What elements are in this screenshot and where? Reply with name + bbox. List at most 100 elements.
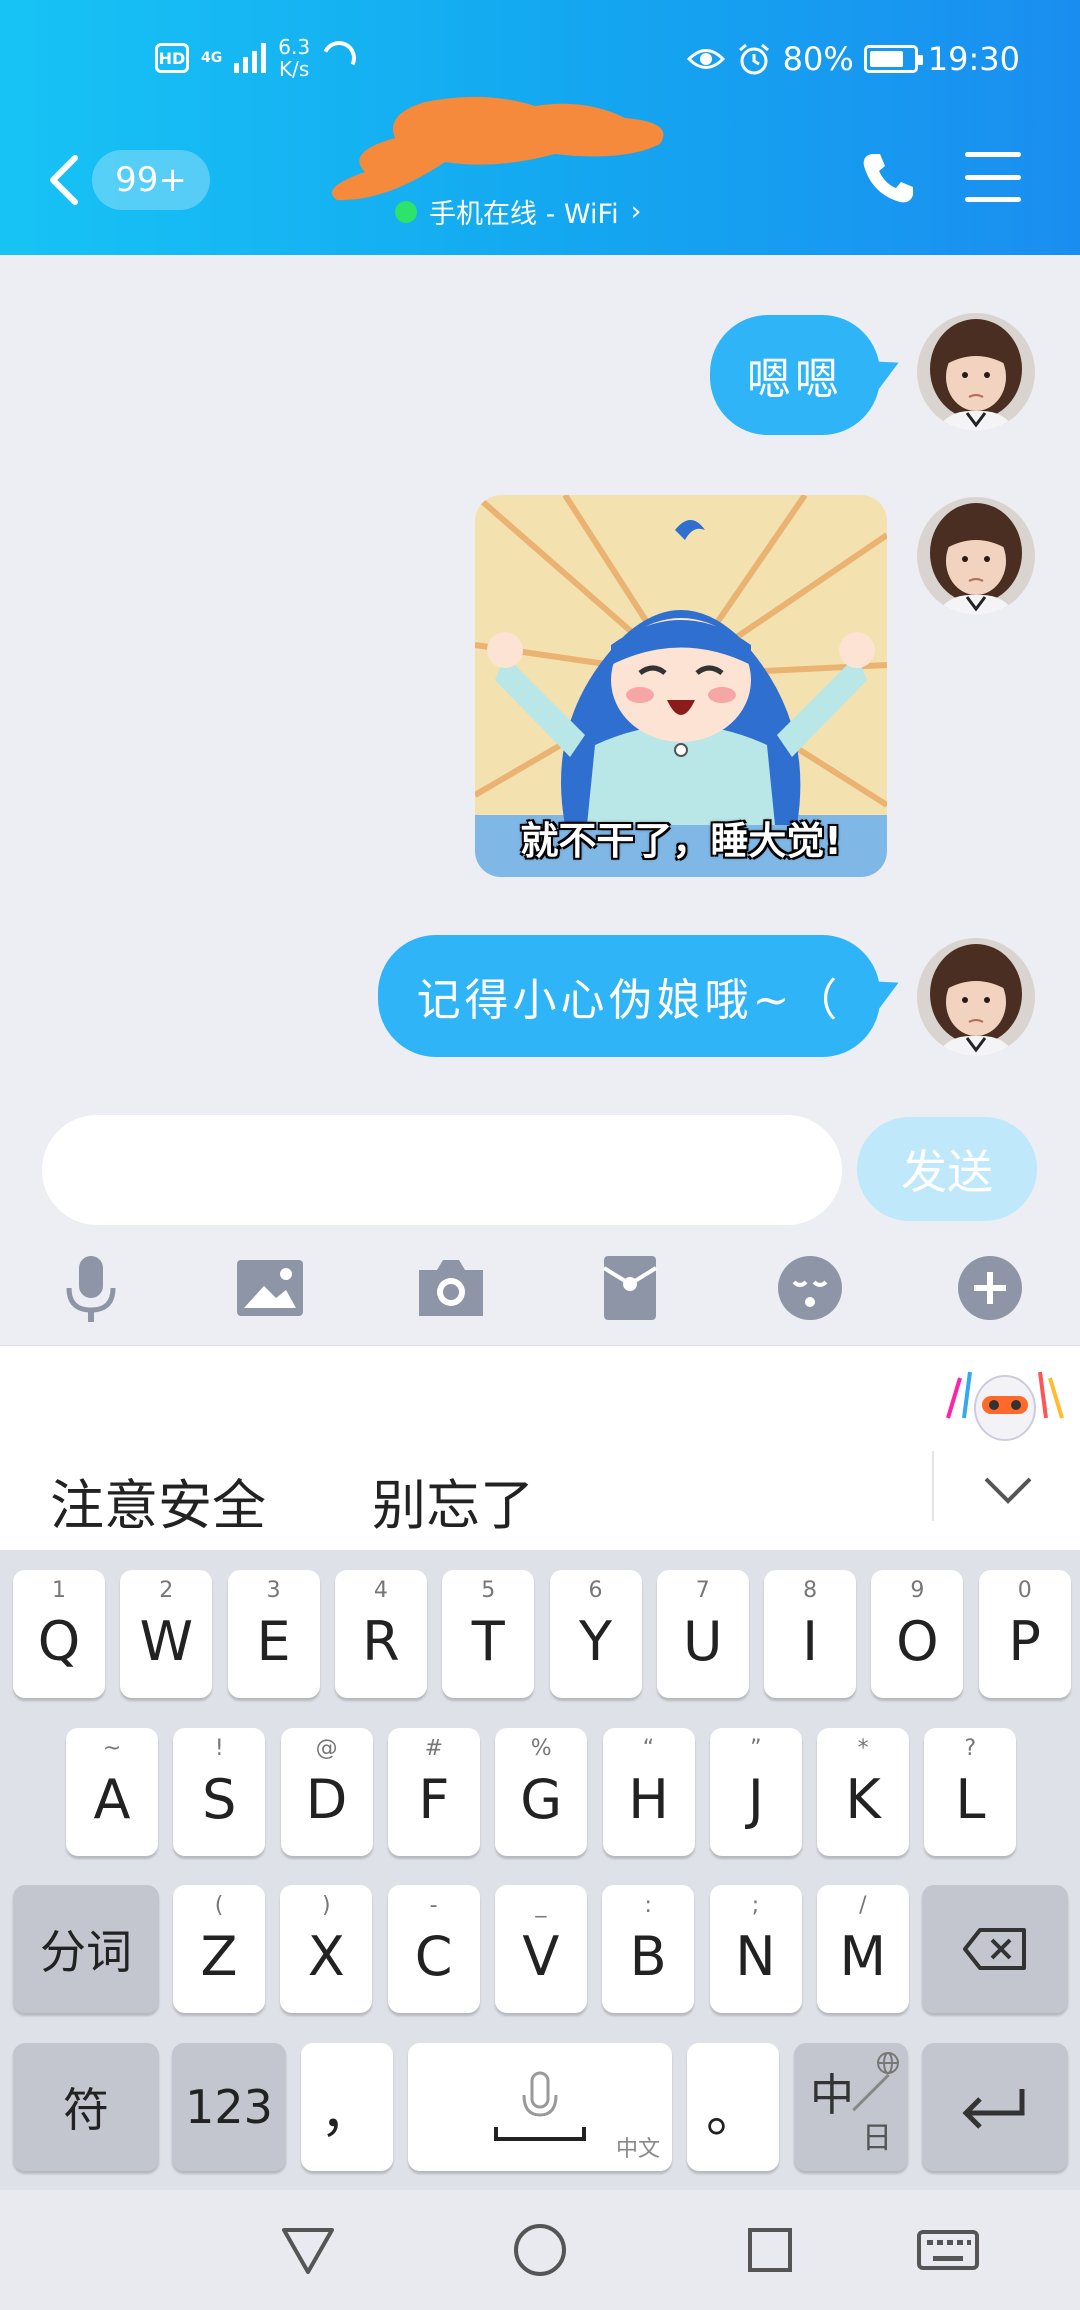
key-space[interactable]: 中文 (408, 2043, 672, 2171)
chat-header: HD 4G 6.3 K/s 80% 19:30 99+ 手机在线 - WiFi … (0, 0, 1080, 255)
lang-alt: 日 (862, 2121, 892, 2156)
assistant-mascot-icon[interactable] (940, 1358, 1070, 1448)
key-segment[interactable]: 分词 (13, 1885, 159, 2013)
key-b[interactable]: :B (602, 1885, 695, 2013)
more-button[interactable] (954, 1252, 1026, 1324)
hd-badge: HD (155, 43, 189, 73)
unread-count-badge[interactable]: 99+ (92, 150, 210, 210)
key-a[interactable]: ~ A (66, 1728, 158, 1856)
key-secondary-label: 2 (159, 1578, 174, 1603)
square-recents-icon (748, 2228, 792, 2272)
key-secondary-label: ( (214, 1893, 224, 1918)
key-w[interactable]: 2W (120, 1570, 213, 1698)
key-u[interactable]: 7U (656, 1570, 749, 1698)
back-button[interactable] (45, 150, 85, 210)
key-z[interactable]: (Z (173, 1885, 265, 2013)
send-button[interactable]: 发送 (857, 1117, 1037, 1221)
key-enter[interactable] (922, 2043, 1068, 2171)
key-label: C (414, 1924, 453, 1988)
chevron-down-icon (984, 1477, 1032, 1504)
key-backspace[interactable] (922, 1885, 1068, 2013)
key-label: K (845, 1767, 881, 1831)
emoji-button[interactable] (774, 1252, 846, 1324)
suggestion-item[interactable]: 别忘了 (372, 1461, 534, 1540)
nav-back-button[interactable] (278, 2220, 338, 2280)
key-period[interactable]: 。 (687, 2043, 779, 2171)
key-label: N (735, 1924, 776, 1988)
do-not-disturb-icon (317, 36, 361, 80)
key-secondary-label: ~ (102, 1736, 122, 1761)
key-label: F (418, 1767, 450, 1831)
key-secondary-label: 5 (481, 1578, 496, 1603)
message-input[interactable] (42, 1115, 842, 1225)
key-label: P (1008, 1609, 1041, 1673)
key-label: W (139, 1609, 193, 1673)
key-y[interactable]: 6Y (549, 1570, 642, 1698)
key-secondary-label: ; (751, 1893, 760, 1918)
suggestion-bar: 注意安全 别忘了 (0, 1345, 1080, 1550)
key-q[interactable]: 1Q (13, 1570, 105, 1698)
key-l[interactable]: ? L (924, 1728, 1017, 1856)
key-secondary-label: 9 (910, 1578, 925, 1603)
key-label: Y (579, 1609, 612, 1673)
phone-call-button[interactable] (858, 148, 918, 208)
key-o[interactable]: 9O (871, 1570, 964, 1698)
key-c[interactable]: -C (387, 1885, 480, 2013)
suggestion-item[interactable]: 注意安全 (50, 1461, 266, 1540)
key-v[interactable]: _ V (494, 1885, 587, 2013)
avatar[interactable] (917, 313, 1035, 431)
lang-divider (852, 2073, 890, 2112)
system-nav-bar (0, 2190, 1080, 2310)
key-m[interactable]: / M (816, 1885, 909, 2013)
key-secondary-label: ? (964, 1736, 977, 1761)
key-h[interactable]: “H (602, 1728, 695, 1856)
key-comma[interactable]: ， (301, 2043, 393, 2171)
sticker-caption: 就不干了，睡大觉! (520, 819, 842, 863)
key-secondary-label: ! (214, 1736, 224, 1761)
message-bubble[interactable]: 嗯嗯 (710, 315, 880, 435)
triangle-back-icon (282, 2228, 334, 2274)
nav-recents-button[interactable] (740, 2220, 800, 2280)
red-packet-button[interactable] (594, 1252, 666, 1324)
menu-button[interactable] (965, 152, 1021, 202)
key-p[interactable]: 0P (978, 1570, 1071, 1698)
key-label: U (683, 1609, 723, 1673)
avatar[interactable] (917, 938, 1035, 1056)
key-label: I (802, 1609, 819, 1673)
nav-keyboard-button[interactable] (913, 2220, 983, 2280)
key-d[interactable]: @ D (280, 1728, 373, 1856)
microphone-icon (494, 2071, 586, 2141)
key-j[interactable]: ” J (709, 1728, 802, 1856)
key-f[interactable]: # F (387, 1728, 480, 1856)
key-k[interactable]: * K (817, 1728, 910, 1856)
key-symbols[interactable]: 符 (13, 2043, 159, 2171)
key-r[interactable]: 4R (334, 1570, 427, 1698)
message-bubble[interactable]: 记得小心伪娘哦~（ (378, 935, 880, 1057)
online-status[interactable]: 手机在线 - WiFi › (395, 192, 641, 231)
chat-area[interactable]: 嗯嗯 就不干了，睡大觉! 记得小心伪娘哦~（ (0, 255, 1080, 1090)
collapse-button[interactable] (980, 1464, 1036, 1514)
camera-button[interactable] (415, 1252, 487, 1324)
key-secondary-label: 0 (1017, 1578, 1032, 1603)
lang-main: 中 (810, 2070, 854, 2121)
key-label: S (202, 1767, 237, 1831)
key-language-switch[interactable]: 中 日 (794, 2043, 908, 2171)
key-e[interactable]: 3E (227, 1570, 320, 1698)
key-x[interactable]: ) X (280, 1885, 373, 2013)
plus-icon (958, 1256, 1022, 1320)
key-s[interactable]: ! S (173, 1728, 266, 1856)
avatar[interactable] (917, 497, 1035, 615)
key-i[interactable]: 8I (764, 1570, 857, 1698)
image-button[interactable] (234, 1252, 306, 1324)
keyboard-icon (917, 2230, 979, 2270)
space-hint: 中文 (615, 2137, 660, 2162)
key-label: A (93, 1767, 131, 1831)
key-t[interactable]: 5T (442, 1570, 535, 1698)
key-n[interactable]: ; N (709, 1885, 802, 2013)
voice-button[interactable] (55, 1252, 127, 1324)
key-numbers[interactable]: 123 (172, 2043, 286, 2171)
key-g[interactable]: % G (495, 1728, 588, 1856)
key-label: J (747, 1767, 764, 1831)
nav-home-button[interactable] (510, 2220, 570, 2280)
sticker-message[interactable]: 就不干了，睡大觉! (475, 495, 887, 877)
